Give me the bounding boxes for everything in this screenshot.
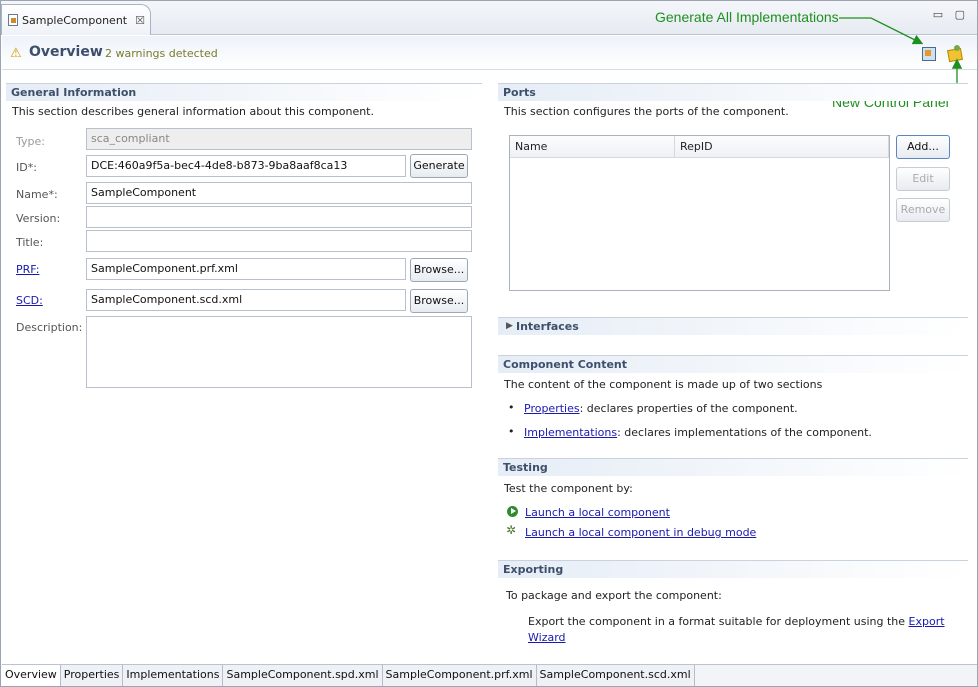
- editor-page-tabs: Overview Properties Implementations Samp…: [2, 664, 977, 686]
- content-item-properties: Properties: declares properties of the c…: [524, 402, 798, 415]
- pagetab-implementations[interactable]: Implementations: [123, 665, 224, 686]
- scd-browse-button[interactable]: Browse...: [410, 289, 468, 313]
- warnings-message[interactable]: 2 warnings detected: [105, 47, 218, 60]
- ports-table[interactable]: Name RepID: [509, 135, 890, 291]
- ports-description: This section configures the ports of the…: [504, 105, 789, 118]
- id-field[interactable]: DCE:460a9f5a-bec4-4de8-b873-9ba8aaf8ca13: [86, 155, 406, 177]
- exporting-body: Export the component in a format suitabl…: [528, 615, 906, 628]
- pagetab-scd-xml[interactable]: SampleComponent.scd.xml: [536, 665, 695, 686]
- warning-icon: ⚠: [10, 46, 22, 61]
- export-wizard-link-part1[interactable]: Export: [909, 615, 945, 628]
- description-textarea[interactable]: [86, 316, 472, 388]
- implementations-text: : declares implementations of the compon…: [617, 426, 872, 439]
- editor-tab-label: SampleComponent: [22, 13, 128, 27]
- scd-link[interactable]: SCD:: [16, 294, 43, 307]
- exporting-description: To package and export the component:: [506, 589, 722, 602]
- type-field: sca_compliant: [86, 128, 472, 150]
- implementations-link[interactable]: Implementations: [524, 426, 617, 439]
- launch-local-component-link[interactable]: Launch a local component: [525, 506, 670, 519]
- section-general-information: General Information: [6, 83, 482, 101]
- section-interfaces[interactable]: Interfaces: [498, 317, 968, 335]
- type-label: Type:: [16, 135, 45, 148]
- pagetab-spd-xml[interactable]: SampleComponent.spd.xml: [223, 665, 383, 686]
- id-label: ID*:: [16, 161, 37, 174]
- component-file-icon: [8, 14, 18, 26]
- ports-column-repid[interactable]: RepID: [675, 136, 889, 158]
- description-label: Description:: [16, 321, 83, 334]
- pagetab-prf-xml[interactable]: SampleComponent.prf.xml: [382, 665, 537, 686]
- page-title: Overview: [29, 44, 103, 60]
- content-item-implementations: Implementations: declares implementation…: [524, 426, 872, 439]
- content-description: The content of the component is made up …: [504, 378, 823, 391]
- prf-field[interactable]: SampleComponent.prf.xml: [86, 258, 406, 280]
- editor-frame: SampleComponent ☒ ▭ ▢ ⚠ Overview 2 warni…: [0, 0, 978, 687]
- close-tab-icon[interactable]: ☒: [135, 14, 145, 27]
- pagetab-properties[interactable]: Properties: [60, 665, 124, 686]
- properties-text: : declares properties of the component.: [579, 402, 798, 415]
- editor-tab-samplecomponent[interactable]: SampleComponent ☒: [1, 4, 151, 35]
- minimize-maximize-controls[interactable]: ▭ ▢: [933, 8, 969, 21]
- remove-port-button[interactable]: Remove: [896, 198, 950, 222]
- section-exporting: Exporting: [498, 560, 968, 578]
- add-port-button[interactable]: Add...: [896, 135, 950, 159]
- section-component-content: Component Content: [498, 355, 968, 373]
- scd-field[interactable]: SampleComponent.scd.xml: [86, 289, 406, 311]
- generate-id-button[interactable]: Generate: [410, 154, 468, 178]
- name-label: Name*:: [16, 188, 58, 201]
- ports-column-name[interactable]: Name: [510, 136, 675, 158]
- version-field[interactable]: [86, 206, 472, 228]
- section-ports: Ports: [498, 83, 968, 101]
- properties-link[interactable]: Properties: [524, 402, 580, 415]
- general-description: This section describes general informati…: [12, 105, 374, 118]
- launch-debug-link[interactable]: Launch a local component in debug mode: [525, 526, 756, 539]
- debug-bug-icon: ✲: [506, 523, 517, 537]
- bullet-icon: •: [508, 401, 515, 414]
- expand-twisty-icon[interactable]: ▶: [506, 321, 513, 331]
- exporting-text: Export the component in a format suitabl…: [528, 614, 948, 646]
- pagetab-overview[interactable]: Overview: [2, 665, 61, 686]
- bullet-icon: •: [508, 425, 515, 438]
- export-wizard-link-part2[interactable]: Wizard: [528, 631, 566, 644]
- form-header: ⚠ Overview 2 warnings detected: [2, 36, 977, 70]
- run-icon: [507, 506, 518, 517]
- prf-browse-button[interactable]: Browse...: [410, 258, 468, 282]
- section-testing: Testing: [498, 458, 968, 476]
- version-label: Version:: [16, 212, 61, 225]
- annotation-generate-all: Generate All Implementations: [655, 9, 839, 25]
- testing-description: Test the component by:: [504, 482, 633, 495]
- name-field[interactable]: SampleComponent: [86, 182, 472, 204]
- title-field[interactable]: [86, 230, 472, 252]
- prf-link[interactable]: PRF:: [16, 263, 39, 276]
- generate-all-implementations-icon[interactable]: [920, 44, 938, 62]
- new-control-panel-icon[interactable]: [946, 44, 964, 62]
- title-label: Title:: [16, 236, 44, 249]
- edit-port-button[interactable]: Edit: [896, 167, 950, 191]
